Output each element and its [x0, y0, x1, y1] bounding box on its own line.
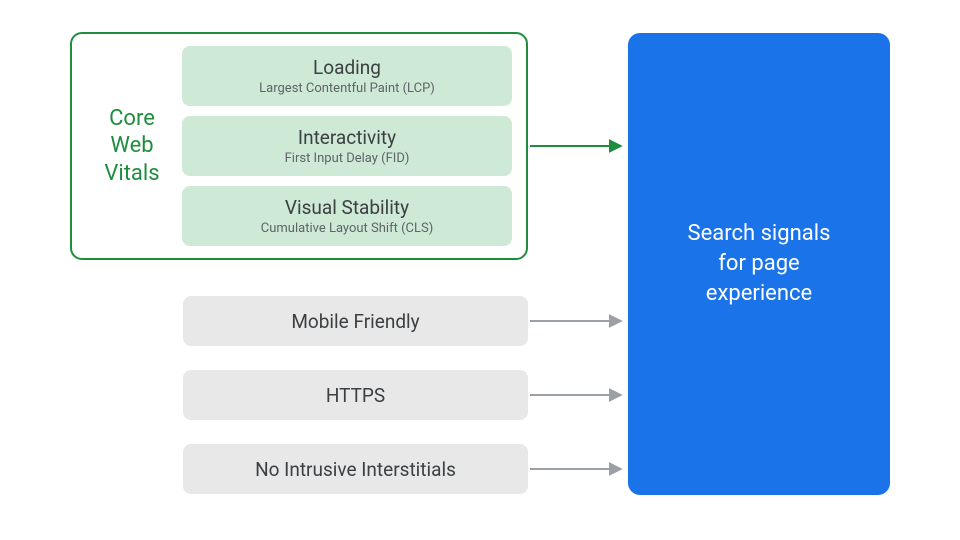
signal-no-intrusive-interstitials: No Intrusive Interstitials: [183, 444, 528, 494]
signal-label: HTTPS: [326, 384, 385, 407]
vital-title: Interactivity: [194, 126, 500, 149]
vital-title: Loading: [194, 56, 500, 79]
signal-mobile-friendly: Mobile Friendly: [183, 296, 528, 346]
vitals-stack: Loading Largest Contentful Paint (LCP) I…: [182, 46, 512, 246]
cwv-label-line: Core: [109, 106, 155, 131]
target-line: Search signals: [688, 221, 831, 246]
vital-subtitle: Cumulative Layout Shift (CLS): [194, 221, 500, 236]
core-web-vitals-label: Core Web Vitals: [82, 105, 182, 188]
target-line: experience: [706, 281, 812, 306]
vital-subtitle: Largest Contentful Paint (LCP): [194, 81, 500, 96]
signal-label: No Intrusive Interstitials: [255, 458, 456, 481]
signal-https: HTTPS: [183, 370, 528, 420]
cwv-label-line: Vitals: [104, 161, 159, 186]
vital-visual-stability: Visual Stability Cumulative Layout Shift…: [182, 186, 512, 246]
signal-label: Mobile Friendly: [291, 310, 419, 333]
vital-title: Visual Stability: [194, 196, 500, 219]
vital-loading: Loading Largest Contentful Paint (LCP): [182, 46, 512, 106]
target-line: for page: [718, 251, 799, 276]
vital-interactivity: Interactivity First Input Delay (FID): [182, 116, 512, 176]
vital-subtitle: First Input Delay (FID): [194, 151, 500, 166]
cwv-label-line: Web: [110, 133, 153, 158]
search-signals-box: Search signals for page experience: [628, 33, 890, 495]
core-web-vitals-group: Core Web Vitals Loading Largest Contentf…: [70, 32, 528, 260]
